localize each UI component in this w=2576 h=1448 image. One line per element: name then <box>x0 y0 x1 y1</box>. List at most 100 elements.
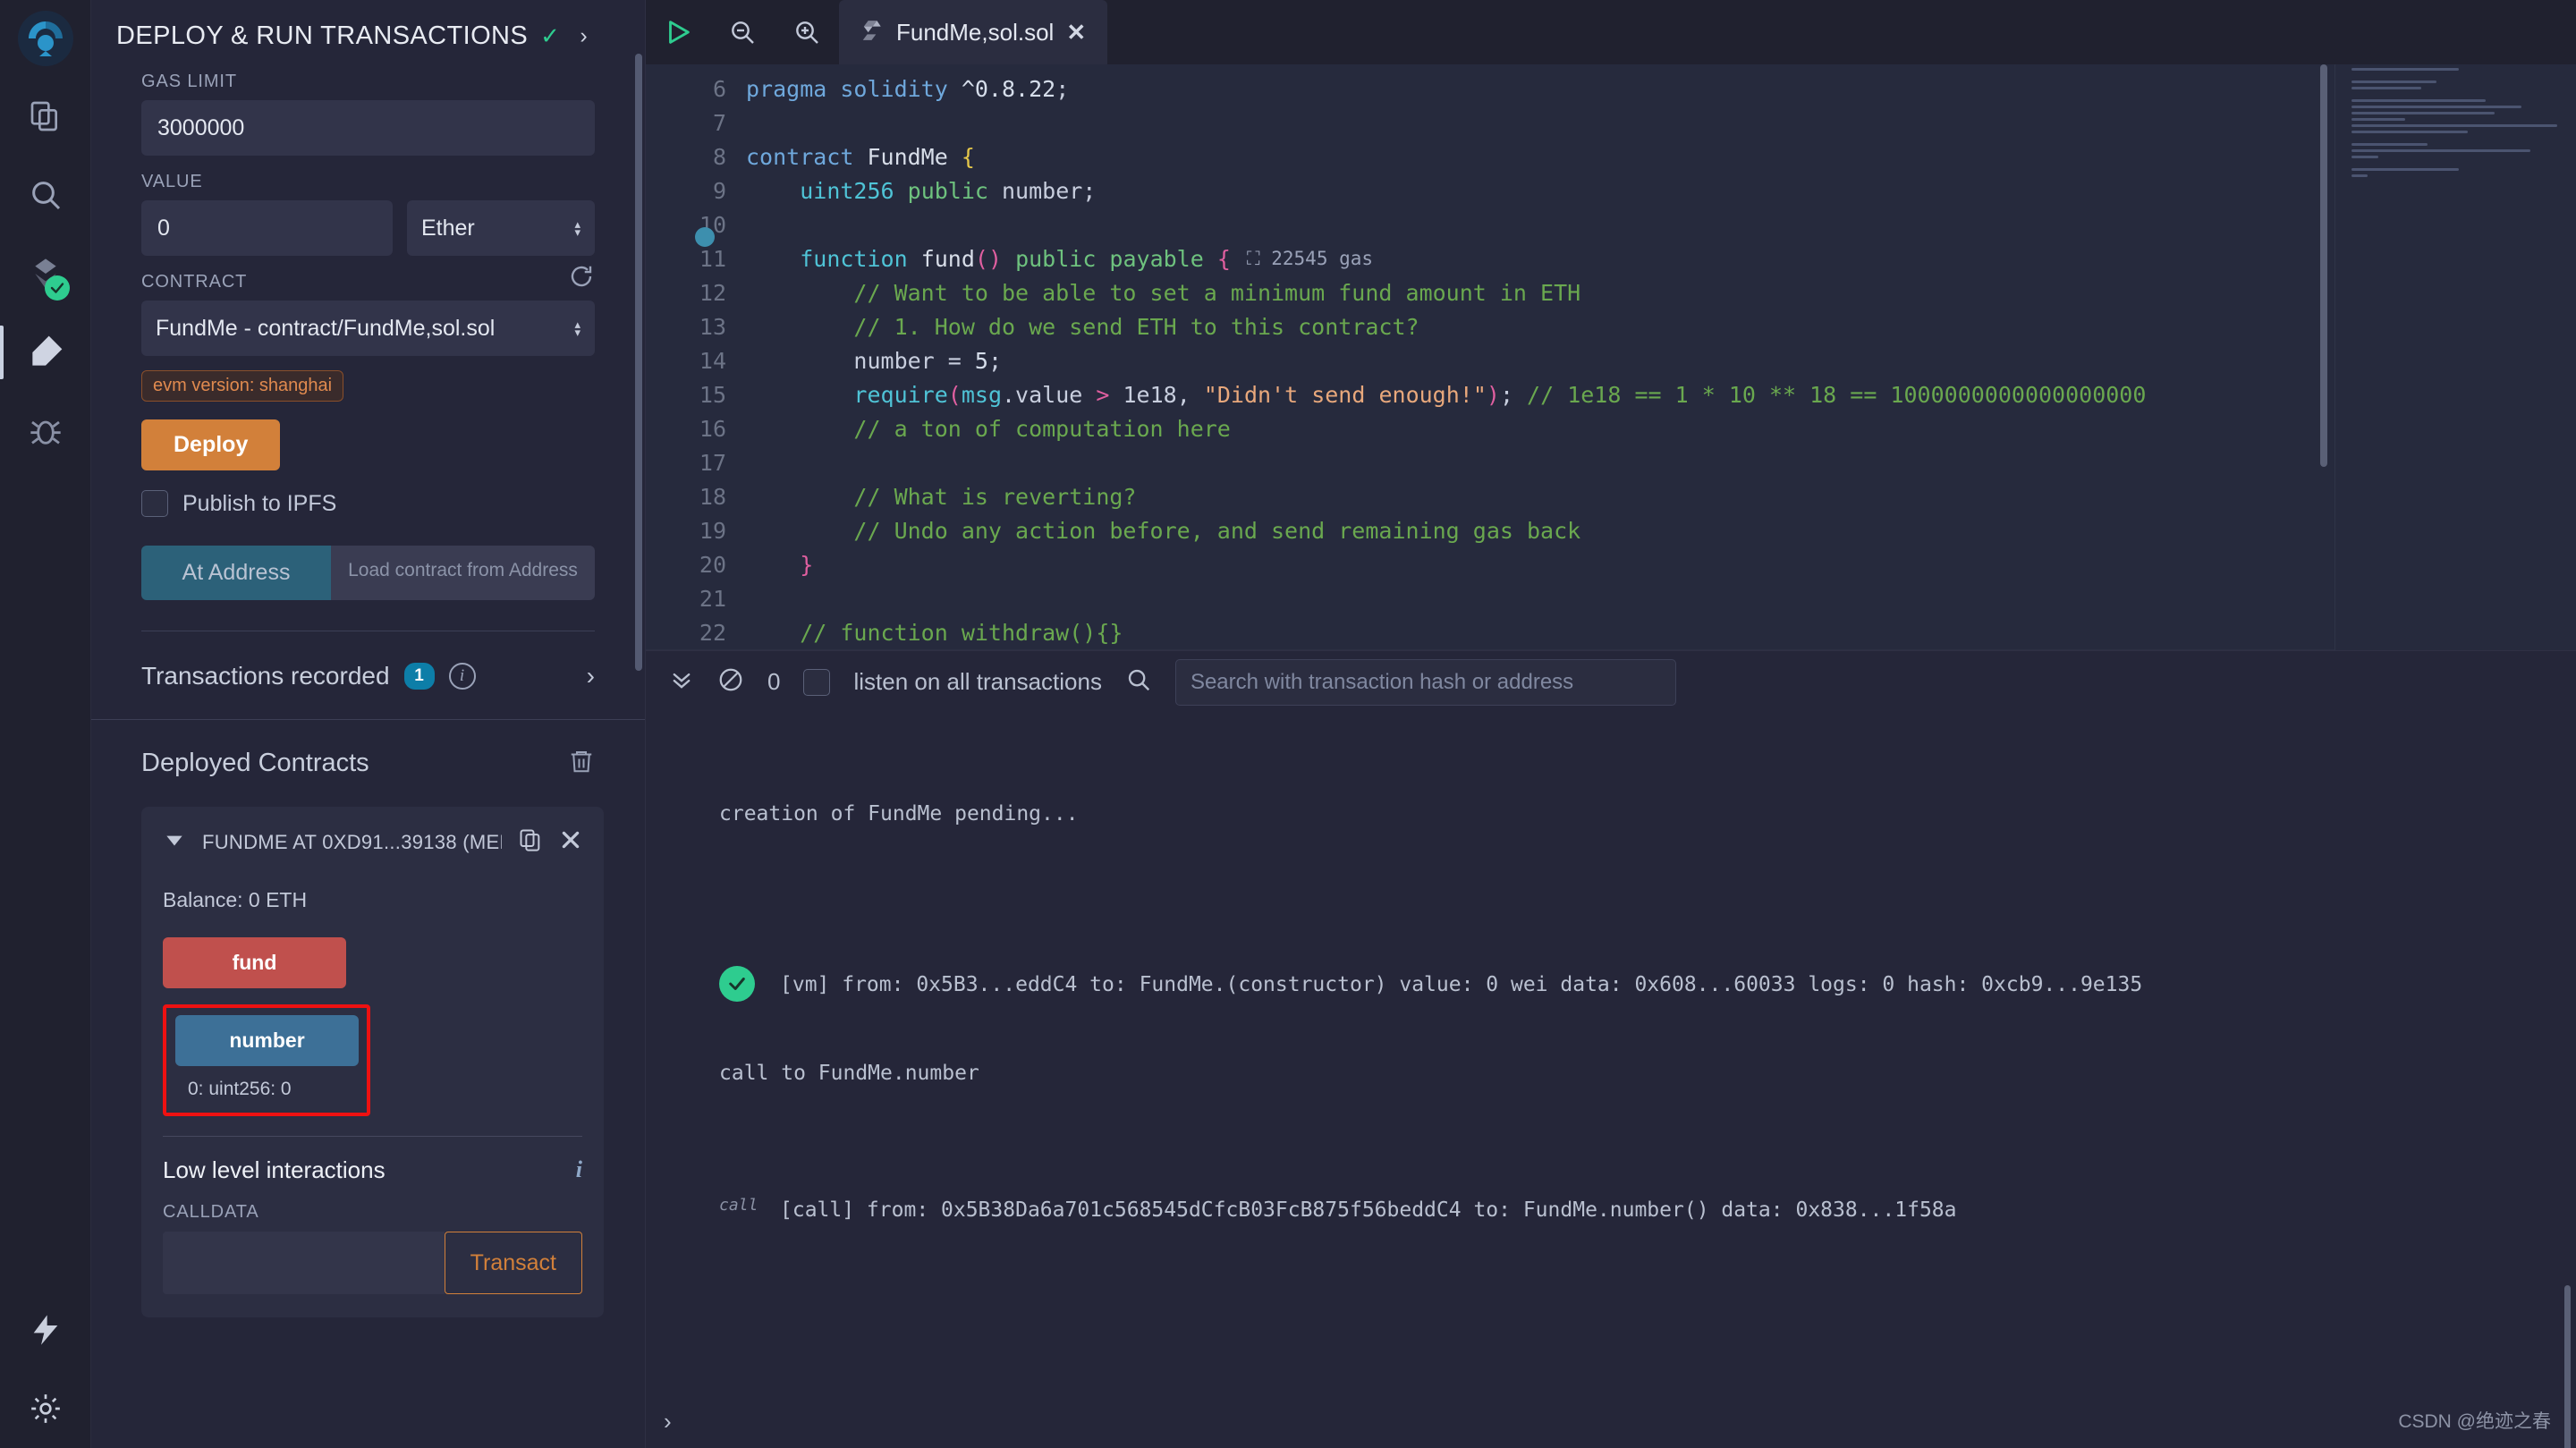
code-line[interactable]: 20 } <box>646 547 2576 581</box>
code-line[interactable]: 19 // Undo any action before, and send r… <box>646 513 2576 547</box>
low-level-header: Low level interactions i <box>163 1156 582 1184</box>
terminal-output[interactable]: creation of FundMe pending... [vm] from:… <box>646 713 2576 1448</box>
minimap-line <box>2351 143 2428 146</box>
minimap-line <box>2351 124 2557 127</box>
listen-all-transactions-checkbox[interactable] <box>803 668 831 696</box>
code-line[interactable]: 23} <box>646 649 2576 650</box>
debugger-icon[interactable] <box>0 392 91 470</box>
value-input[interactable]: 0 <box>141 200 393 256</box>
contract-function-number-button[interactable]: number <box>175 1015 359 1066</box>
low-level-title: Low level interactions <box>163 1156 386 1183</box>
code-line[interactable]: 12 // Want to be able to set a minimum f… <box>646 275 2576 309</box>
log-line-pending: creation of FundMe pending... <box>719 802 1079 826</box>
load-contract-address-input[interactable]: Load contract from Address <box>331 546 595 600</box>
close-tab-icon[interactable]: ✕ <box>1066 19 1086 47</box>
minimap-line <box>2351 174 2368 177</box>
chevron-updown-icon: ▴ ▾ <box>574 217 580 239</box>
highlight-box-number: number 0: uint256: 0 <box>163 1004 370 1116</box>
low-level-info-icon[interactable]: i <box>576 1156 582 1183</box>
breakpoint-marker[interactable] <box>695 227 715 247</box>
publish-ipfs-checkbox[interactable] <box>141 490 168 517</box>
code-line[interactable]: 16 // a ton of computation here <box>646 411 2576 445</box>
settings-gear-icon[interactable] <box>0 1369 91 1448</box>
code-line[interactable]: 9 uint256 public number; <box>646 174 2576 207</box>
code-line[interactable]: 8 contract FundMe { <box>646 140 2576 174</box>
deploy-run-icon[interactable] <box>0 313 91 392</box>
deployed-contract-header[interactable]: FUNDME AT 0XD91...39138 (MEM <box>163 826 582 858</box>
refresh-contract-icon[interactable] <box>568 263 595 294</box>
chevron-right-icon[interactable]: › <box>587 662 595 690</box>
gas-estimate-badge: ⛶ 22545 gas <box>1246 247 1374 269</box>
zoom-in-icon[interactable] <box>775 0 839 64</box>
code-line[interactable]: 21 <box>646 581 2576 615</box>
file-explorer-icon[interactable] <box>0 77 91 156</box>
deploy-button[interactable]: Deploy <box>141 419 281 470</box>
solidity-file-icon <box>860 18 884 47</box>
transactions-recorded-row[interactable]: Transactions recorded 1 i › <box>91 631 645 719</box>
remix-logo[interactable] <box>0 0 91 77</box>
code-text: // What is reverting? <box>746 483 1137 510</box>
close-icon[interactable] <box>559 828 582 856</box>
code-text: number = 5; <box>746 347 1002 374</box>
run-script-icon[interactable] <box>646 0 710 64</box>
code-text: // Want to be able to set a minimum fund… <box>746 279 1581 306</box>
code-line[interactable]: 22 // function withdraw(){} <box>646 615 2576 649</box>
editor-minimap[interactable] <box>2334 64 2576 650</box>
line-number: 7 <box>712 109 726 136</box>
gas-limit-input[interactable]: 3000000 <box>141 100 595 156</box>
terminal-collapse-icon[interactable] <box>669 667 694 697</box>
copy-address-icon[interactable] <box>518 826 543 858</box>
log-line-call-tx: [call] from: 0x5B38Da6a701c568545dCfcB03… <box>780 1198 1957 1222</box>
code-line[interactable]: 14 number = 5; <box>646 343 2576 377</box>
editor-scrollbar[interactable] <box>2320 64 2327 467</box>
line-number: 15 <box>699 381 726 408</box>
minimap-line <box>2351 80 2436 83</box>
value-unit-select[interactable]: Ether ▴ ▾ <box>407 200 595 256</box>
code-line[interactable]: 6 pragma solidity ^0.8.22; <box>646 72 2576 106</box>
code-line[interactable]: 7 <box>646 106 2576 140</box>
terminal-expand-chevron-icon[interactable]: › <box>664 1408 672 1435</box>
contract-select[interactable]: FundMe - contract/FundMe,sol.sol ▴ ▾ <box>141 301 595 356</box>
deployed-contracts-header: Deployed Contracts <box>91 720 645 796</box>
panel-check-icon: ✓ <box>540 21 561 49</box>
at-address-button[interactable]: At Address <box>141 546 331 600</box>
code-editor[interactable]: 6 pragma solidity ^0.8.22; 7 8 contract Fund… <box>646 64 2576 650</box>
code-text: // Undo any action before, and send rema… <box>746 517 1581 544</box>
minimap-line <box>2351 106 2521 108</box>
editor-tab-title: FundMe,sol.sol <box>896 18 1055 46</box>
transact-button[interactable]: Transact <box>444 1232 582 1294</box>
deployed-contracts-title: Deployed Contracts <box>141 749 369 777</box>
calldata-row: Transact <box>163 1232 582 1294</box>
code-line[interactable]: 17 <box>646 445 2576 479</box>
clear-terminal-icon[interactable] <box>717 666 744 698</box>
contract-function-fund-button[interactable]: fund <box>163 937 346 988</box>
solidity-compiler-icon[interactable] <box>0 234 91 313</box>
line-number: 11 <box>699 245 726 272</box>
info-icon[interactable]: i <box>448 663 476 690</box>
editor-tab-fundme[interactable]: FundMe,sol.sol ✕ <box>839 0 1108 64</box>
panel-expand-chevron-icon[interactable]: › <box>580 23 588 49</box>
terminal-search-input[interactable]: Search with transaction hash or address <box>1174 658 1676 706</box>
code-lines[interactable]: 6 pragma solidity ^0.8.22; 7 8 contract Fund… <box>646 64 2576 650</box>
plugin-manager-icon[interactable] <box>0 1291 91 1369</box>
panel-scrollbar[interactable] <box>635 54 642 671</box>
code-line[interactable]: 18 // What is reverting? <box>646 479 2576 513</box>
code-line[interactable]: 13 // 1. How do we send ETH to this cont… <box>646 309 2576 343</box>
evm-version-badge: evm version: shanghai <box>141 370 344 402</box>
chevron-down-icon[interactable] <box>163 828 186 856</box>
line-number: 22 <box>699 619 726 646</box>
search-icon[interactable] <box>0 156 91 234</box>
code-line[interactable]: 10 <box>646 207 2576 241</box>
code-line[interactable]: 15 require(msg.value > 1e18, "Didn't sen… <box>646 377 2576 411</box>
code-text: require(msg.value > 1e18, "Didn't send e… <box>853 381 2147 408</box>
transactions-recorded-count: 1 <box>403 663 435 690</box>
calldata-input[interactable] <box>163 1232 445 1294</box>
value-unit-selected: Ether <box>421 215 475 241</box>
terminal-scrollbar[interactable] <box>2564 1285 2571 1448</box>
contract-label: CONTRACT <box>141 272 248 292</box>
code-line[interactable]: 11 function fund() public payable {⛶ 225… <box>646 241 2576 275</box>
clear-deployed-contracts-trash-icon[interactable] <box>568 747 595 780</box>
terminal-search-icon[interactable] <box>1125 666 1152 698</box>
zoom-out-icon[interactable] <box>710 0 775 64</box>
remix-ide-window: DEPLOY & RUN TRANSACTIONS ✓ › GAS LIMIT … <box>0 0 2576 1448</box>
